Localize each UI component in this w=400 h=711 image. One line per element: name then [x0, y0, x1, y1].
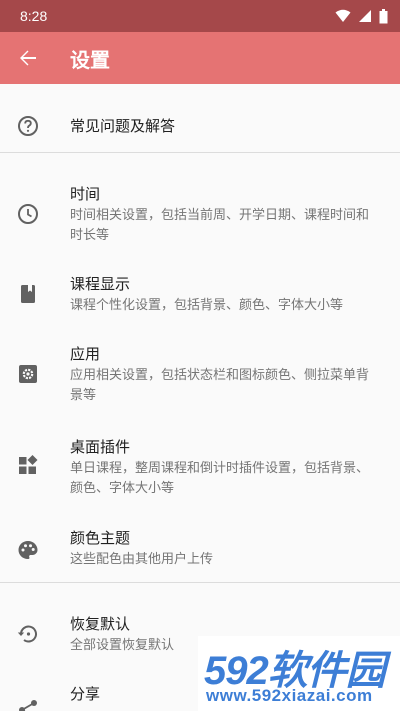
- settings-item-color-theme[interactable]: 颜色主题 这些配色由其他用户上传: [0, 518, 400, 578]
- item-subtitle: 应用相关设置，包括状态栏和图标颜色、侧拉菜单背景等: [70, 368, 370, 403]
- book-icon: [21, 285, 35, 303]
- wifi-icon: [335, 9, 351, 22]
- item-title: 恢复默认: [70, 615, 131, 633]
- item-subtitle: 课程个性化设置，包括背景、颜色、字体大小等: [70, 298, 344, 313]
- item-title: 桌面插件: [70, 438, 131, 456]
- item-title: 时间: [70, 185, 101, 203]
- item-title: 课程显示: [70, 275, 131, 293]
- item-subtitle: 单日课程，整周课程和倒计时插件设置，包括背景、颜色、字体大小等: [70, 461, 370, 496]
- settings-box-icon: [19, 365, 37, 383]
- app-bar: 设置: [0, 32, 400, 84]
- item-title: 常见问题及解答: [70, 117, 176, 135]
- watermark-url: www.592xiazai.com: [206, 686, 373, 705]
- status-time: 8:28: [20, 8, 48, 24]
- item-subtitle: 这些配色由其他用户上传: [70, 552, 214, 567]
- palette-icon: [18, 541, 38, 559]
- page-title: 设置: [70, 47, 110, 72]
- settings-item-app[interactable]: 应用 应用相关设置，包括状态栏和图标颜色、侧拉菜单背景等: [0, 334, 400, 414]
- status-icons: [335, 8, 388, 24]
- watermark-logo: 592软件园 www.592xiazai.com: [198, 636, 400, 711]
- settings-item-widgets[interactable]: 桌面插件 单日课程，整周课程和倒计时插件设置，包括背景、颜色、字体大小等: [0, 427, 400, 507]
- share-icon: [19, 700, 37, 711]
- battery-icon: [379, 8, 388, 23]
- help-circle-icon: [18, 116, 38, 136]
- divider: [0, 582, 400, 583]
- back-button[interactable]: [0, 32, 56, 84]
- signal-icon: [359, 10, 371, 22]
- settings-item-course-display[interactable]: 课程显示 课程个性化设置，包括背景、颜色、字体大小等: [0, 264, 400, 324]
- settings-item-faq[interactable]: 常见问题及解答: [0, 84, 400, 152]
- restore-icon: [17, 625, 37, 643]
- divider: [0, 152, 400, 153]
- item-title: 应用: [70, 345, 101, 363]
- arrow-left-icon: [20, 50, 36, 66]
- item-subtitle: 时间相关设置，包括当前周、开学日期、课程时间和时长等: [70, 208, 370, 243]
- status-bar: 8:28: [0, 0, 400, 32]
- settings-item-time[interactable]: 时间 时间相关设置，包括当前周、开学日期、课程时间和时长等: [0, 174, 400, 244]
- item-title: 颜色主题: [70, 529, 131, 547]
- clock-icon: [18, 204, 38, 224]
- widgets-icon: [19, 455, 38, 474]
